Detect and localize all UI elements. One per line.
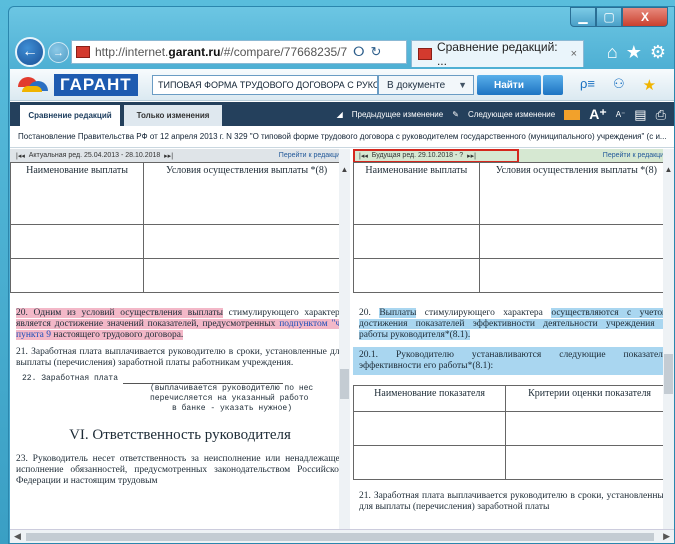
left-payments-table: Наименование выплаты Условия осуществлени… xyxy=(10,162,350,293)
garant-logo[interactable]: ГАРАНТ xyxy=(16,72,140,98)
right-document-body: Наименование выплаты Условия осуществлени… xyxy=(353,162,674,516)
find-options-button[interactable] xyxy=(543,75,563,95)
scroll-thumb[interactable] xyxy=(664,354,673,394)
tab-title: Сравнение редакций: ... xyxy=(436,40,558,68)
section-heading: VI. Ответственность руководителя xyxy=(69,427,291,443)
right-vertical-scrollbar[interactable]: ▲ xyxy=(663,149,674,529)
save-icon[interactable]: ▤ xyxy=(634,107,646,123)
minimize-button[interactable]: ▁ xyxy=(570,7,596,27)
garant-toolbar: ГАРАНТ ТИПОВАЯ ФОРМА ТРУДОВОГО ДОГОВОРА … xyxy=(10,69,674,101)
search-scope-select[interactable]: В документе ▼ xyxy=(378,75,474,95)
right-indicators-table: Наименование показателя Критерии оценки п… xyxy=(353,385,674,480)
first-page-icon[interactable]: |◂◂ xyxy=(16,152,29,160)
left-paragraph-23: 23. Руководитель несет ответственность з… xyxy=(16,454,344,486)
logo-mark-icon xyxy=(16,73,54,97)
left-paragraph-21: 21. Заработная плата выплачивается руков… xyxy=(16,347,344,368)
font-increase-button[interactable]: A⁺ xyxy=(589,106,607,123)
scroll-thumb[interactable] xyxy=(340,369,349,399)
left-vertical-scrollbar[interactable]: ▲ xyxy=(339,149,350,529)
scope-label: В документе xyxy=(387,79,446,91)
favorites-star-icon[interactable]: ★ xyxy=(626,42,642,63)
table-header-cell: Наименование выплаты xyxy=(353,162,480,225)
close-window-button[interactable]: X xyxy=(622,7,668,27)
print-icon[interactable]: ⎙ xyxy=(656,107,666,123)
right-paragraph-20: 20. Выплаты стимулирующего характера осу… xyxy=(359,308,669,340)
browser-window: ▁ ▢ X ← → http://internet.garant.ru/#/co… xyxy=(8,6,675,544)
left-document-body: Наименование выплаты Условия осуществлени… xyxy=(10,162,350,490)
browser-toolbar-icons: ⌂ ★ ⚙ xyxy=(607,42,666,63)
garant-icons: ρ≡ ⚇ ★ xyxy=(580,76,656,94)
left-salary-form: 22. Заработная плата (выплачивается руко… xyxy=(22,374,314,413)
garant-app: ГАРАНТ ТИПОВАЯ ФОРМА ТРУДОВОГО ДОГОВОРА … xyxy=(10,69,674,543)
table-header-cell: Условия осуществления выплаты *(8) xyxy=(143,162,350,225)
close-tab-icon[interactable]: × xyxy=(571,48,577,60)
refresh-icon[interactable]: ↻ xyxy=(371,44,382,60)
bookmark-star-icon[interactable]: ★ xyxy=(643,76,656,94)
right-go-to-edition-link[interactable]: Перейти к редакции xyxy=(603,152,668,159)
last-page-icon[interactable]: ▸▸| xyxy=(160,152,173,160)
logo-text: ГАРАНТ xyxy=(54,74,138,96)
back-button[interactable]: ← xyxy=(15,37,45,67)
horizontal-scrollbar[interactable]: ◀ ▶ xyxy=(10,529,674,543)
maximize-button[interactable]: ▢ xyxy=(596,7,622,27)
scroll-up-icon[interactable]: ▲ xyxy=(663,165,674,174)
tab-compare-editions[interactable]: Сравнение редакций xyxy=(20,105,120,126)
next-change-button[interactable]: Следующее изменение xyxy=(468,110,555,119)
future-edition-highlight-frame xyxy=(353,149,519,163)
document-tabs-row: Сравнение редакций Только изменения ◢ Пр… xyxy=(10,102,674,126)
right-paragraph-21: 21. Заработная плата выплачивается руков… xyxy=(359,491,668,512)
window-controls: ▁ ▢ X xyxy=(570,7,668,27)
table-header-cell: Условия осуществления выплаты *(8) xyxy=(478,162,674,225)
left-pane-current-edition: |◂◂ Актуальная ред. 25.04.2013 - 28.10.2… xyxy=(10,149,350,529)
site-favicon-icon xyxy=(76,46,90,58)
forward-button[interactable]: → xyxy=(48,42,69,63)
table-header-cell: Наименование выплаты xyxy=(10,162,145,225)
address-url[interactable]: http://internet.garant.ru/#/compare/7766… xyxy=(95,45,347,59)
right-payments-table: Наименование выплаты Условия осуществлени… xyxy=(353,162,674,293)
search-icon[interactable]: ⵔ xyxy=(353,44,365,60)
search-input[interactable]: ТИПОВАЯ ФОРМА ТРУДОВОГО ДОГОВОРА С РУКОВ… xyxy=(152,75,378,95)
left-paragraph-20: 20. Одним из условий осуществления выпла… xyxy=(16,308,345,340)
table-header-cell: Критерии оценки показателя xyxy=(505,385,674,412)
document-title: Постановление Правительства РФ от 12 апр… xyxy=(10,126,674,148)
gear-icon[interactable]: ⚙ xyxy=(650,42,666,63)
scroll-up-icon[interactable]: ▲ xyxy=(339,165,350,174)
table-header-cell: Наименование показателя xyxy=(353,385,507,412)
scroll-right-icon[interactable]: ▶ xyxy=(663,531,670,542)
chevron-down-icon: ▼ xyxy=(458,80,467,90)
document-tools: ◢ Предыдущее изменение ✎ Следующее измен… xyxy=(337,106,666,123)
right-paragraph-20-1: 20.1. Руководителю устанавливаются следу… xyxy=(353,347,674,375)
font-decrease-button[interactable]: A⁻ xyxy=(616,110,626,119)
horizontal-scroll-thumb[interactable] xyxy=(26,533,654,541)
formula-icon[interactable]: ρ≡ xyxy=(580,76,595,94)
left-edition-header: |◂◂ Актуальная ред. 25.04.2013 - 28.10.2… xyxy=(10,149,350,162)
prev-change-button[interactable]: Предыдущее изменение xyxy=(352,110,443,119)
left-edition-label: Актуальная ред. 25.04.2013 - 28.10.2018 xyxy=(28,152,161,159)
user-icon[interactable]: ⚇ xyxy=(613,76,625,94)
address-row: ← → http://internet.garant.ru/#/compare/… xyxy=(9,35,675,69)
highlight-icon[interactable] xyxy=(564,109,581,120)
next-change-icon[interactable]: ✎ xyxy=(452,110,459,119)
browser-tab[interactable]: Сравнение редакций: ... × xyxy=(411,40,584,68)
desktop-background: ▁ ▢ X ← → http://internet.garant.ru/#/co… xyxy=(0,0,675,544)
find-button[interactable]: Найти xyxy=(477,75,541,95)
scroll-left-icon[interactable]: ◀ xyxy=(14,531,21,542)
address-bar[interactable]: http://internet.garant.ru/#/compare/7766… xyxy=(71,40,407,64)
tab-only-changes[interactable]: Только изменения xyxy=(124,105,222,126)
right-pane-future-edition: |◂◂ Будущая ред. 29.10.2018 - ? ▸▸| Пере… xyxy=(353,149,674,529)
prev-change-icon[interactable]: ◢ xyxy=(337,110,343,119)
home-icon[interactable]: ⌂ xyxy=(607,42,618,63)
tab-favicon-icon xyxy=(418,48,432,60)
left-go-to-edition-link[interactable]: Перейти к редакции xyxy=(279,152,344,159)
